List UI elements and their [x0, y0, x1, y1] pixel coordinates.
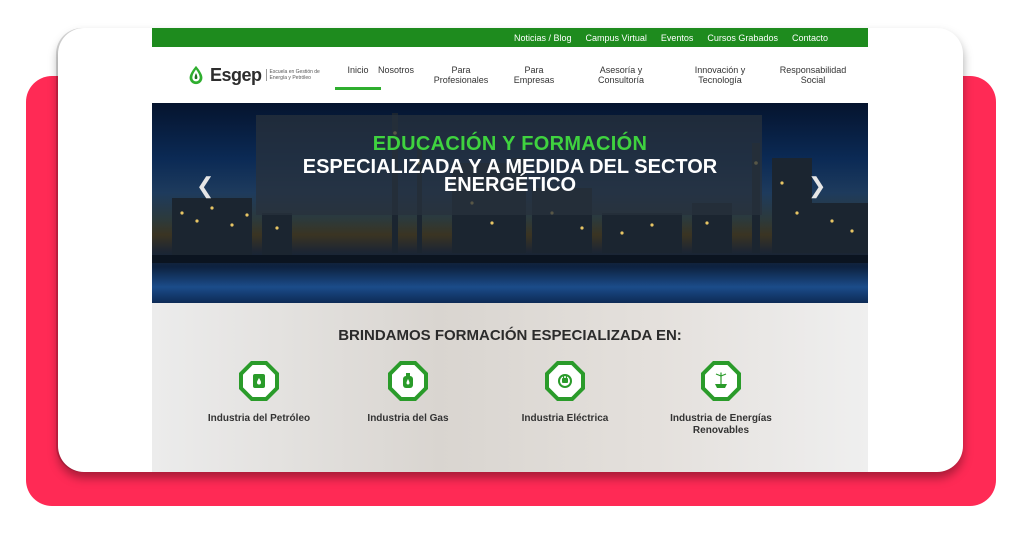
esgep-logo[interactable]: Esgep Escuela en Gestión de Energía y Pe…: [185, 64, 335, 86]
feature-label: Industria de Energías Renovables: [670, 413, 772, 436]
hero-headline-green: EDUCACIÓN Y FORMACIÓN: [372, 133, 648, 155]
menu-item-consultoria[interactable]: Asesoría y Consultoría: [591, 65, 651, 85]
menu-item-responsabilidad[interactable]: Responsabilidad Social: [777, 65, 849, 85]
menu-item-innovacion[interactable]: Innovación y Tecnología: [689, 65, 751, 85]
menu-item-profesionales[interactable]: Para Profesionales: [431, 65, 491, 85]
topbar-link-cursos[interactable]: Cursos Grabados: [707, 33, 778, 43]
website: Noticias / Blog Campus Virtual Eventos C…: [152, 28, 868, 472]
menu-item-inicio[interactable]: Inicio: [335, 65, 381, 90]
solar-panel-icon: [701, 361, 741, 401]
feature-label: Industria del Petróleo: [207, 413, 311, 424]
hero-headline-white: ESPECIALIZADA Y A MEDIDA DEL SECTOR ENER…: [302, 156, 718, 196]
feature-label: Industria del Gas: [367, 413, 449, 424]
topbar-link-eventos[interactable]: Eventos: [661, 33, 694, 43]
chevron-right-icon[interactable]: ❯: [808, 173, 826, 199]
leaf-drop-logo-icon: [189, 65, 203, 85]
chevron-left-icon[interactable]: ❮: [196, 173, 214, 199]
top-link-bar: Noticias / Blog Campus Virtual Eventos C…: [152, 28, 868, 47]
main-menu: Inicio Nosotros Para Profesionales Para …: [335, 65, 849, 90]
feature-electrica[interactable]: Industria Eléctrica: [500, 361, 630, 425]
main-navbar: Esgep Escuela en Gestión de Energía y Pe…: [152, 47, 868, 103]
feature-label: Industria Eléctrica: [521, 413, 609, 424]
section-title: BRINDAMOS FORMACIÓN ESPECIALIZADA EN:: [338, 327, 682, 344]
hero-banner: EDUCACIÓN Y FORMACIÓN ESPECIALIZADA Y A …: [152, 103, 868, 303]
screenshot-card: Noticias / Blog Campus Virtual Eventos C…: [58, 28, 963, 472]
feature-renovables[interactable]: Industria de Energías Renovables: [656, 361, 786, 437]
topbar-link-blog[interactable]: Noticias / Blog: [514, 33, 572, 43]
logo-name: Esgep: [210, 64, 262, 85]
menu-item-empresas[interactable]: Para Empresas: [509, 65, 559, 85]
oil-barrel-icon: [239, 361, 279, 401]
topbar-link-contacto[interactable]: Contacto: [792, 33, 828, 43]
feature-gas[interactable]: Industria del Gas: [343, 361, 473, 425]
specializations-section: BRINDAMOS FORMACIÓN ESPECIALIZADA EN: In…: [152, 303, 868, 472]
menu-item-nosotros[interactable]: Nosotros: [375, 65, 417, 75]
gas-cylinder-icon: [388, 361, 428, 401]
electric-plug-icon: [545, 361, 585, 401]
logo-subtitle: Escuela en Gestión de Energía y Petróleo: [265, 69, 330, 81]
feature-petroleo[interactable]: Industria del Petróleo: [194, 361, 324, 425]
topbar-link-campus[interactable]: Campus Virtual: [586, 33, 647, 43]
